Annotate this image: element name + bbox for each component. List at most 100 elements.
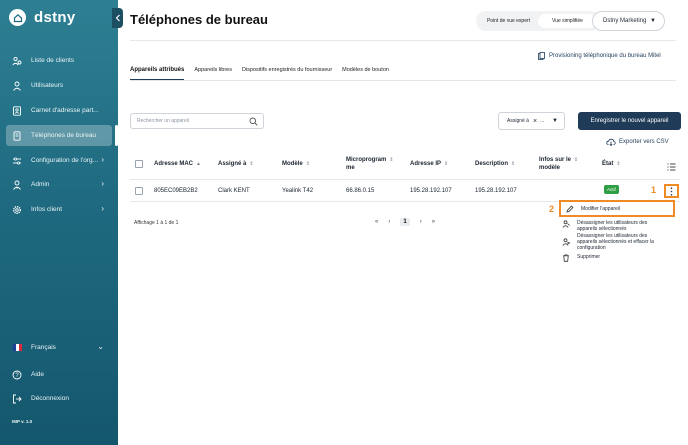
tabs: Appareils attribués Appareils libres Dis…	[130, 67, 399, 81]
edit-device-menu-item[interactable]: Modifier l'appareil	[559, 200, 675, 217]
sort-icon: ⇕	[305, 161, 310, 167]
view-simple-option[interactable]: Vue simplifiée	[538, 14, 597, 28]
sort-icon: ⇕	[444, 161, 449, 167]
column-header-model[interactable]: Modèle ⇕	[282, 160, 310, 168]
sidebar-item-address-book[interactable]: Carnet d'adresse part...	[6, 100, 112, 121]
language-label: Français	[31, 344, 56, 351]
unassign-clear-menu-item[interactable]: Désassigner les utilisateurs des appareil…	[561, 233, 677, 251]
collapse-sidebar-button[interactable]	[112, 8, 123, 28]
tab-free-devices[interactable]: Appareils libres	[194, 67, 232, 81]
version-label: IMP v. 1.0	[12, 419, 33, 424]
tabs-divider	[130, 80, 676, 81]
provisioning-link-label: Provisioning téléphonique du bureau Mite…	[549, 53, 661, 59]
sort-icon: ⇕	[389, 157, 394, 163]
unassign-clear-label-line: configuration	[577, 245, 606, 251]
column-header-ip[interactable]: Adresse IP ⇕	[410, 160, 448, 168]
cell-description: 195.28.192.107	[475, 188, 517, 194]
column-header-model-info[interactable]: Infos sur le ⇕ modèle	[539, 156, 578, 172]
sidebar: dstny Liste de clients Utilisateurs Carn…	[0, 0, 118, 445]
pagination: « ‹ 1 › »	[370, 218, 440, 226]
prev-page-button[interactable]: ‹	[388, 219, 390, 225]
pagination-summary: Affichage 1 à 1 de 1	[134, 220, 179, 226]
unassign-users-menu-item[interactable]: Désassigner les utilisateurs des appareil…	[561, 220, 677, 232]
tab-assigned-devices[interactable]: Appareils attribués	[130, 67, 185, 81]
search-input[interactable]: Rechercher un appareil	[130, 113, 264, 129]
last-page-button[interactable]: »	[432, 219, 435, 225]
column-header-label: Description	[475, 161, 509, 167]
company-select[interactable]: Dstny Marketing ▼	[592, 11, 665, 31]
sidebar-item-label: Utilisateurs	[31, 82, 64, 89]
clients-icon	[11, 55, 23, 67]
sort-icon: ⇕	[616, 161, 621, 167]
row-actions-button[interactable]	[664, 184, 679, 198]
column-header-label: modèle	[539, 165, 561, 171]
chevron-right-icon: ›	[101, 179, 104, 188]
sidebar-item-users[interactable]: Utilisateurs	[6, 75, 112, 96]
help-link[interactable]: ? Aide	[6, 364, 112, 385]
row-context-menu: Modifier l'appareil Désassigner les util…	[559, 200, 675, 266]
kebab-menu-icon	[670, 186, 673, 196]
tab-provider-devices[interactable]: Dispositifs enregistrés du fournisseur	[242, 67, 332, 81]
search-icon[interactable]	[249, 117, 258, 128]
sidebar-item-clients[interactable]: Liste de clients	[6, 50, 112, 71]
column-header-label: me	[346, 165, 355, 171]
select-all-checkbox[interactable]	[135, 160, 143, 168]
export-csv-button[interactable]: Exporter vers CSV	[606, 138, 669, 146]
clear-filter-icon[interactable]: ×	[533, 118, 537, 125]
sidebar-item-label: Admin	[31, 181, 50, 188]
provisioning-link[interactable]: Provisioning téléphonique du bureau Mite…	[538, 52, 661, 60]
assigned-filter-label: Assigné à	[507, 118, 529, 124]
step-marker-1: 1	[651, 185, 657, 195]
cell-ip: 195.28.192.107	[410, 188, 452, 194]
company-name: Dstny Marketing	[603, 18, 647, 24]
cell-model: Yealink T42	[282, 188, 314, 194]
column-settings-icon[interactable]	[667, 158, 676, 176]
delete-menu-item[interactable]: Supprimer	[561, 254, 677, 262]
caret-down-icon: ▼	[650, 18, 656, 24]
row-checkbox[interactable]	[135, 187, 143, 195]
next-page-button[interactable]: ›	[420, 219, 422, 225]
delete-label: Supprimer	[577, 254, 601, 260]
sidebar-item-label: Téléphones de bureau	[31, 132, 97, 139]
edit-device-label: Modifier l'appareil	[581, 205, 621, 212]
sort-asc-icon: ▲	[196, 161, 201, 167]
sidebar-item-desk-phones[interactable]: Téléphones de bureau	[6, 125, 112, 146]
view-expert-option[interactable]: Point de vue expert	[479, 18, 538, 24]
column-header-assigned[interactable]: Assigné à ⇕	[218, 160, 254, 168]
register-device-button[interactable]: Enregistrer le nouvel appareil	[578, 112, 681, 130]
sidebar-item-label: Configuration de l'org...	[31, 157, 99, 164]
column-header-firmware[interactable]: Microprogram ⇕ me	[346, 156, 394, 172]
column-header-description[interactable]: Description ⇕	[475, 160, 515, 168]
column-header-mac[interactable]: Adresse MAC ▲	[154, 160, 201, 168]
column-header-label: Infos sur le	[539, 157, 572, 163]
sidebar-item-admin[interactable]: Admin ›	[6, 174, 112, 195]
sidebar-item-org-config[interactable]: Configuration de l'org... ›	[6, 150, 112, 171]
cell-firmware: 66.86.0.15	[346, 188, 375, 194]
view-mode-toggle[interactable]: Point de vue expert Vue simplifiée	[476, 11, 600, 31]
caret-down-icon: ▼	[552, 118, 558, 124]
desk-phone-icon	[11, 130, 23, 142]
chevron-right-icon: ›	[101, 204, 104, 213]
sidebar-item-client-info[interactable]: Infos client ›	[6, 199, 112, 220]
sort-icon: ⇕	[249, 161, 254, 167]
unassign-clear-icon	[561, 238, 571, 246]
column-header-label: Microprogram	[346, 157, 387, 163]
brand-logo[interactable]: dstny	[9, 9, 76, 26]
column-header-state[interactable]: État ⇕	[602, 160, 621, 168]
step-marker-2: 2	[549, 204, 555, 214]
cloud-download-icon	[606, 138, 616, 146]
first-page-button[interactable]: «	[375, 219, 378, 225]
logout-link[interactable]: Déconnexion	[6, 388, 112, 409]
admin-icon	[11, 179, 23, 191]
column-header-label: Modèle	[282, 161, 303, 167]
language-selector[interactable]: Français ⌄	[6, 337, 112, 358]
current-page[interactable]: 1	[400, 218, 410, 226]
column-header-label: État	[602, 161, 614, 167]
assigned-filter-ellipsis: ...	[540, 118, 545, 124]
chevron-down-icon: ⌄	[97, 342, 104, 351]
assigned-filter[interactable]: Assigné à × ... ▼	[498, 112, 565, 130]
tab-button-templates[interactable]: Modèles de bouton	[342, 67, 389, 81]
table-header-divider	[130, 179, 680, 180]
sidebar-item-label: Infos client	[31, 206, 63, 213]
help-icon: ?	[11, 369, 23, 381]
